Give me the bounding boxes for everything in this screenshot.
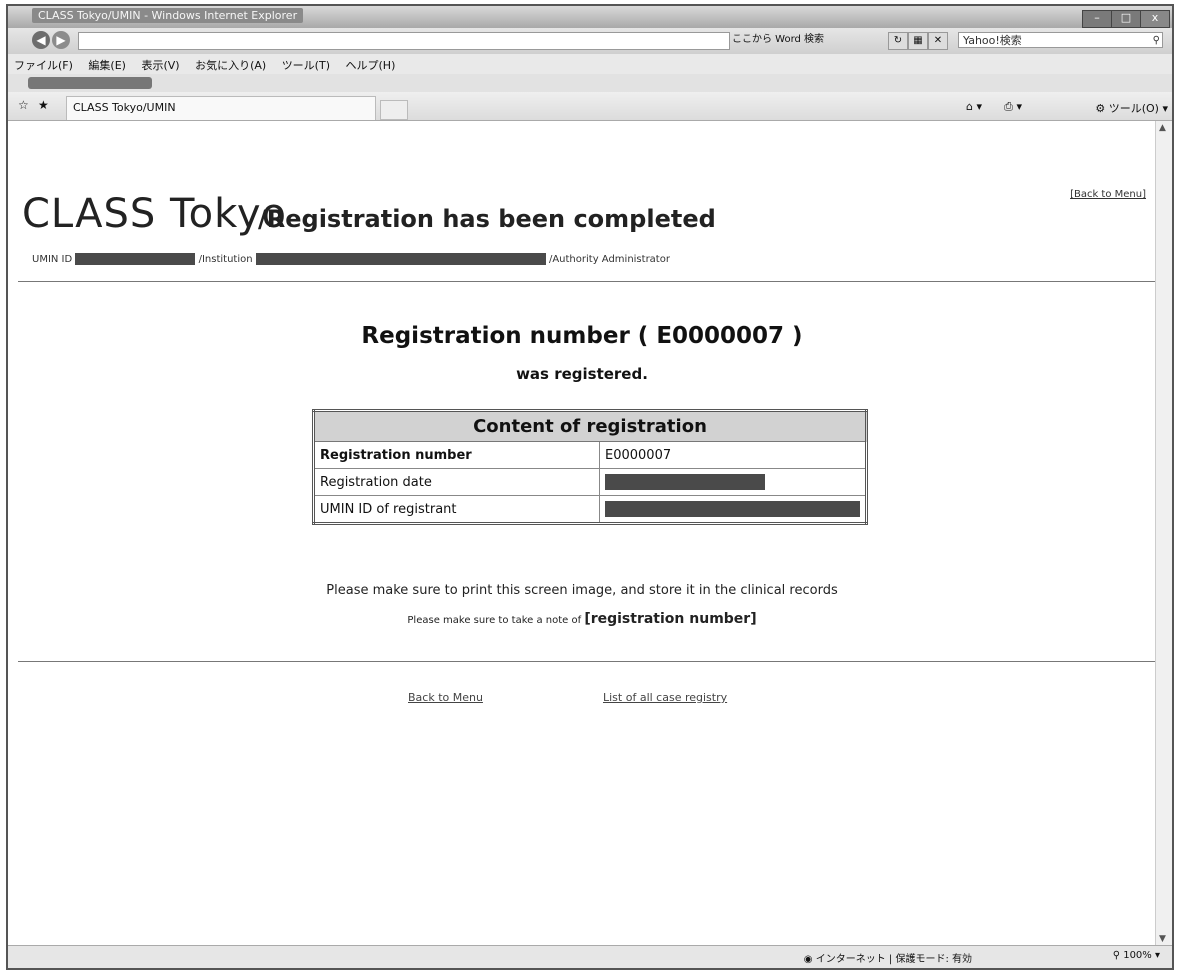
user-info-line: UMIN ID /Institution /Authority Administ… bbox=[32, 253, 670, 265]
tab-bar: ☆ ★ CLASS Tokyo/UMIN ⌂ ▾ ⎙ ▾ ⚙ ツール(O) ▾ bbox=[8, 92, 1172, 121]
table-header: Content of registration bbox=[313, 410, 867, 442]
addon-bar bbox=[8, 74, 1172, 92]
row-key: Registration number bbox=[313, 441, 600, 469]
scroll-down-icon[interactable]: ▼ bbox=[1159, 934, 1166, 944]
status-bar: ◉ インターネット | 保護モード: 有効 ⚲ 100% ▾ bbox=[8, 945, 1172, 968]
menu-view[interactable]: 表示(V) bbox=[135, 54, 185, 76]
print-note: Please make sure to print this screen im… bbox=[326, 583, 838, 598]
window-title: CLASS Tokyo/UMIN - Windows Internet Expl… bbox=[32, 8, 304, 23]
zoom-icon: ⚲ bbox=[1112, 950, 1121, 961]
row-value bbox=[599, 468, 867, 496]
refresh-icon[interactable]: ↻ bbox=[888, 32, 908, 50]
table-row: Registration number E0000007 bbox=[313, 441, 867, 469]
tools-menu[interactable]: ⚙ ツール(O) ▾ bbox=[1095, 100, 1168, 116]
search-provider-label: Yahoo!検索 bbox=[963, 34, 1022, 47]
security-zone-label: インターネット | 保護モード: 有効 bbox=[815, 954, 972, 965]
compatibility-icon[interactable]: ▦ bbox=[908, 32, 928, 50]
close-button[interactable]: x bbox=[1140, 10, 1170, 28]
minimize-button[interactable]: – bbox=[1082, 10, 1112, 28]
row-value bbox=[599, 495, 867, 524]
menu-bar: ファイル(F) 編集(E) 表示(V) お気に入り(A) ツール(T) ヘルプ(… bbox=[8, 54, 1172, 74]
institution-redacted bbox=[255, 253, 546, 265]
globe-icon: ◉ bbox=[803, 954, 813, 965]
zoom-level: 100% bbox=[1123, 950, 1152, 961]
registration-subtitle: was registered. bbox=[516, 365, 648, 383]
search-icon[interactable]: ⚲ bbox=[1153, 33, 1160, 49]
number-note: Please make sure to take a note of [regi… bbox=[8, 611, 1156, 627]
page-content: [Back to Menu] CLASS Tokyo /Registration… bbox=[8, 121, 1156, 946]
authority-label: /Authority Administrator bbox=[548, 254, 670, 265]
add-favorites-icon[interactable]: ★ bbox=[38, 98, 49, 112]
new-tab-button[interactable] bbox=[380, 100, 408, 120]
gear-icon: ⚙ bbox=[1095, 102, 1106, 115]
case-registry-list-link[interactable]: List of all case registry bbox=[603, 691, 727, 704]
menu-file[interactable]: ファイル(F) bbox=[8, 54, 79, 76]
top-divider bbox=[18, 281, 1156, 282]
browser-window: CLASS Tokyo/UMIN - Windows Internet Expl… bbox=[6, 4, 1174, 970]
row-key: Registration date bbox=[313, 468, 600, 496]
menu-edit[interactable]: 編集(E) bbox=[82, 54, 132, 76]
back-to-menu-link-top[interactable]: [Back to Menu] bbox=[1070, 189, 1146, 200]
home-icon[interactable]: ⌂ ▾ bbox=[966, 100, 982, 113]
registration-date-redacted bbox=[605, 474, 765, 490]
brand-logo: CLASS Tokyo bbox=[22, 191, 287, 237]
menu-tools[interactable]: ツール(T) bbox=[276, 54, 336, 76]
vertical-scrollbar[interactable]: ▲ ▼ bbox=[1155, 121, 1172, 946]
search-input[interactable]: Yahoo!検索 ⚲ bbox=[958, 32, 1163, 48]
umin-id-redacted bbox=[75, 253, 196, 265]
stop-icon[interactable]: ✕ bbox=[928, 32, 948, 50]
favorites-star-icon[interactable]: ☆ bbox=[18, 98, 29, 112]
page-search-hint: ここから Word 検索 bbox=[732, 34, 825, 45]
address-bar: ◀ ▶ ここから Word 検索 ↻ ▦ ✕ Yahoo!検索 ⚲ bbox=[8, 28, 1172, 54]
number-note-bold: [registration number] bbox=[584, 611, 757, 627]
row-value: E0000007 bbox=[599, 441, 867, 469]
row-key: UMIN ID of registrant bbox=[313, 495, 600, 524]
maximize-button[interactable]: □ bbox=[1111, 10, 1141, 28]
back-to-menu-link[interactable]: Back to Menu bbox=[408, 691, 483, 704]
bottom-divider bbox=[18, 661, 1156, 662]
tab-title: CLASS Tokyo/UMIN bbox=[73, 101, 176, 114]
print-icon[interactable]: ⎙ ▾ bbox=[1004, 100, 1022, 114]
table-row: Registration date bbox=[313, 468, 867, 496]
umin-id-label: UMIN ID bbox=[32, 254, 73, 265]
page-title: /Registration has been completed bbox=[258, 205, 716, 233]
number-note-prefix: Please make sure to take a note of bbox=[407, 615, 582, 626]
institution-label: /Institution bbox=[198, 254, 253, 265]
tools-label: ツール(O) bbox=[1108, 102, 1159, 115]
table-row: UMIN ID of registrant bbox=[313, 495, 867, 524]
menu-help[interactable]: ヘルプ(H) bbox=[340, 54, 402, 76]
tab-class-tokyo[interactable]: CLASS Tokyo/UMIN bbox=[66, 96, 376, 120]
title-bar: CLASS Tokyo/UMIN - Windows Internet Expl… bbox=[8, 6, 1172, 29]
zoom-control[interactable]: ⚲ 100% ▾ bbox=[1113, 950, 1160, 961]
scroll-up-icon[interactable]: ▲ bbox=[1159, 123, 1166, 133]
registration-number-title: Registration number ( E0000007 ) bbox=[361, 323, 803, 349]
addon-button[interactable] bbox=[28, 77, 152, 89]
url-input[interactable] bbox=[78, 32, 730, 50]
back-icon[interactable]: ◀ bbox=[32, 31, 50, 49]
registration-table: Content of registration Registration num… bbox=[312, 409, 868, 525]
registrant-id-redacted bbox=[605, 501, 860, 517]
security-zone: ◉ インターネット | 保護モード: 有効 bbox=[804, 950, 972, 965]
forward-icon[interactable]: ▶ bbox=[52, 31, 70, 49]
menu-favorites[interactable]: お気に入り(A) bbox=[189, 54, 272, 76]
